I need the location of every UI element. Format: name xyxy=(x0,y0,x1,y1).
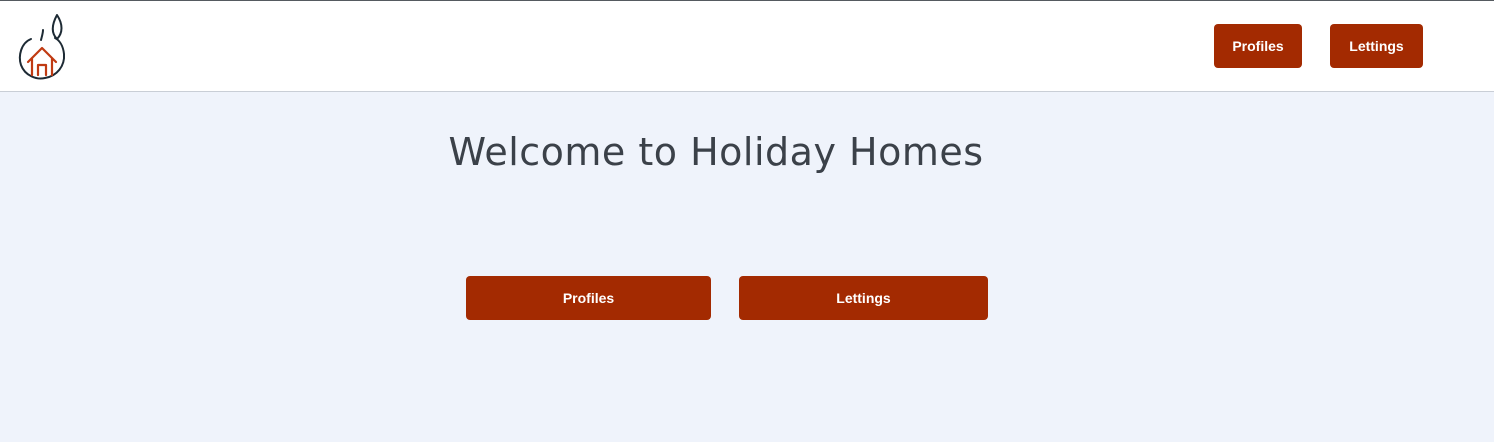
profiles-button[interactable]: Profiles xyxy=(466,276,711,320)
site-header: Profiles Lettings xyxy=(0,1,1494,92)
page-title: Welcome to Holiday Homes xyxy=(448,130,984,174)
lettings-button[interactable]: Lettings xyxy=(739,276,988,320)
home-logo-link[interactable] xyxy=(17,12,69,82)
main-content: Welcome to Holiday Homes Profiles Lettin… xyxy=(0,92,1494,442)
nav-profiles-button[interactable]: Profiles xyxy=(1214,24,1302,68)
orange-house-logo-icon xyxy=(18,14,66,80)
nav-lettings-button[interactable]: Lettings xyxy=(1330,24,1423,68)
